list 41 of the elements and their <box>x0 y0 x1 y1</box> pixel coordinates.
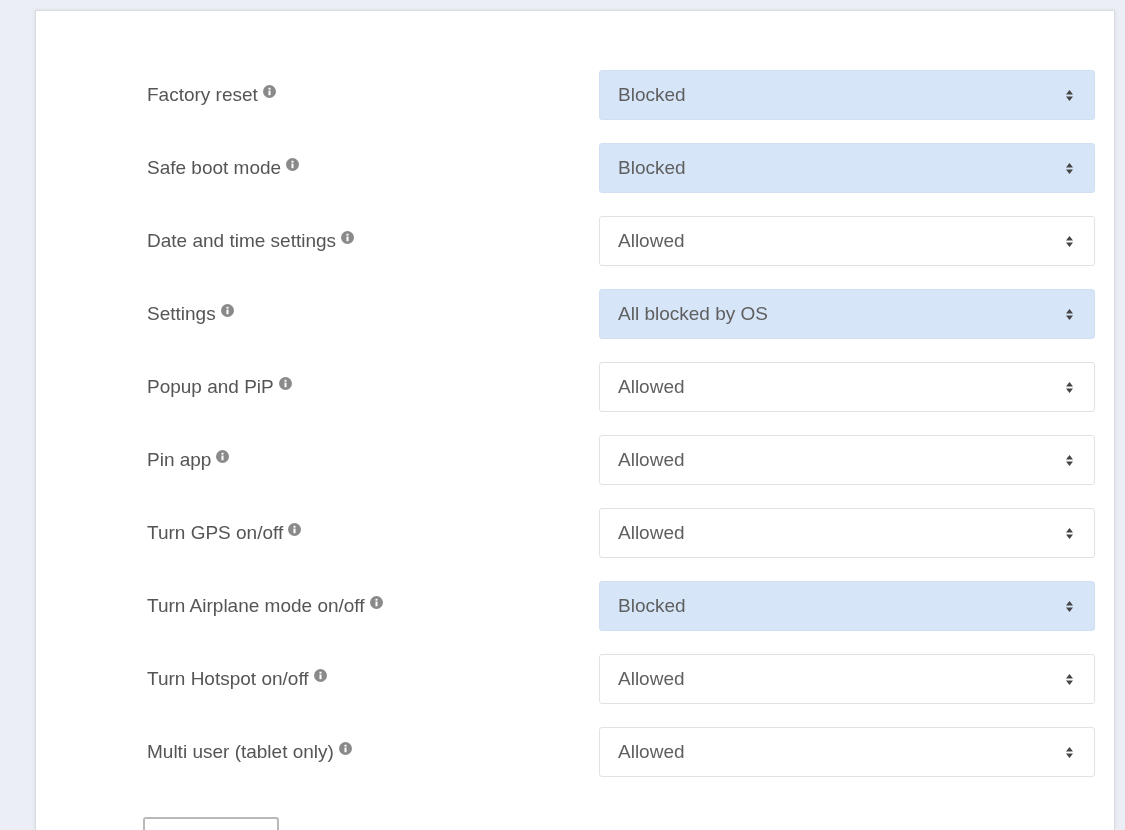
setting-label: Date and time settings <box>147 230 337 252</box>
dropdown[interactable]: Blocked <box>599 581 1095 631</box>
up-down-arrows-icon <box>1066 600 1073 612</box>
setting-label: Settings <box>147 303 216 325</box>
setting-label: Safe boot mode <box>147 157 282 179</box>
up-down-arrows-icon <box>1066 235 1073 247</box>
up-down-arrows-icon <box>1066 162 1073 174</box>
dropdown[interactable]: Allowed <box>599 435 1095 485</box>
dropdown[interactable]: Allowed <box>599 362 1095 412</box>
outlined-button[interactable] <box>143 817 279 830</box>
up-down-arrows-icon <box>1066 746 1073 758</box>
dropdown[interactable]: Blocked <box>599 70 1095 120</box>
setting-label: Factory reset <box>147 84 258 106</box>
up-down-arrows-icon <box>1066 454 1073 466</box>
info-icon[interactable] <box>288 523 302 536</box>
info-icon[interactable] <box>216 450 230 463</box>
up-down-arrows-icon <box>1066 89 1073 101</box>
info-icon[interactable] <box>313 669 327 682</box>
info-icon[interactable] <box>338 742 352 755</box>
dropdown[interactable]: Allowed <box>599 216 1095 266</box>
setting-label: Turn Airplane mode on/off <box>147 595 365 617</box>
info-icon[interactable] <box>278 377 292 390</box>
dropdown[interactable]: Allowed <box>599 508 1095 558</box>
setting-label: Pin app <box>147 449 212 471</box>
info-icon[interactable] <box>341 231 355 244</box>
setting-label: Multi user (tablet only) <box>147 741 334 763</box>
dropdown[interactable]: All blocked by OS <box>599 289 1095 339</box>
dropdown[interactable]: Blocked <box>599 143 1095 193</box>
up-down-arrows-icon <box>1066 381 1073 393</box>
dropdown[interactable]: Allowed <box>599 727 1095 777</box>
info-icon[interactable] <box>262 85 276 98</box>
up-down-arrows-icon <box>1066 308 1073 320</box>
info-icon[interactable] <box>220 304 234 317</box>
dropdown[interactable]: Allowed <box>599 654 1095 704</box>
setting-label: Popup and PiP <box>147 376 274 398</box>
info-icon[interactable] <box>286 158 300 171</box>
up-down-arrows-icon <box>1066 527 1073 539</box>
setting-label: Turn GPS on/off <box>147 522 284 544</box>
setting-label: Turn Hotspot on/off <box>147 668 309 690</box>
up-down-arrows-icon <box>1066 673 1073 685</box>
info-icon[interactable] <box>369 596 383 609</box>
